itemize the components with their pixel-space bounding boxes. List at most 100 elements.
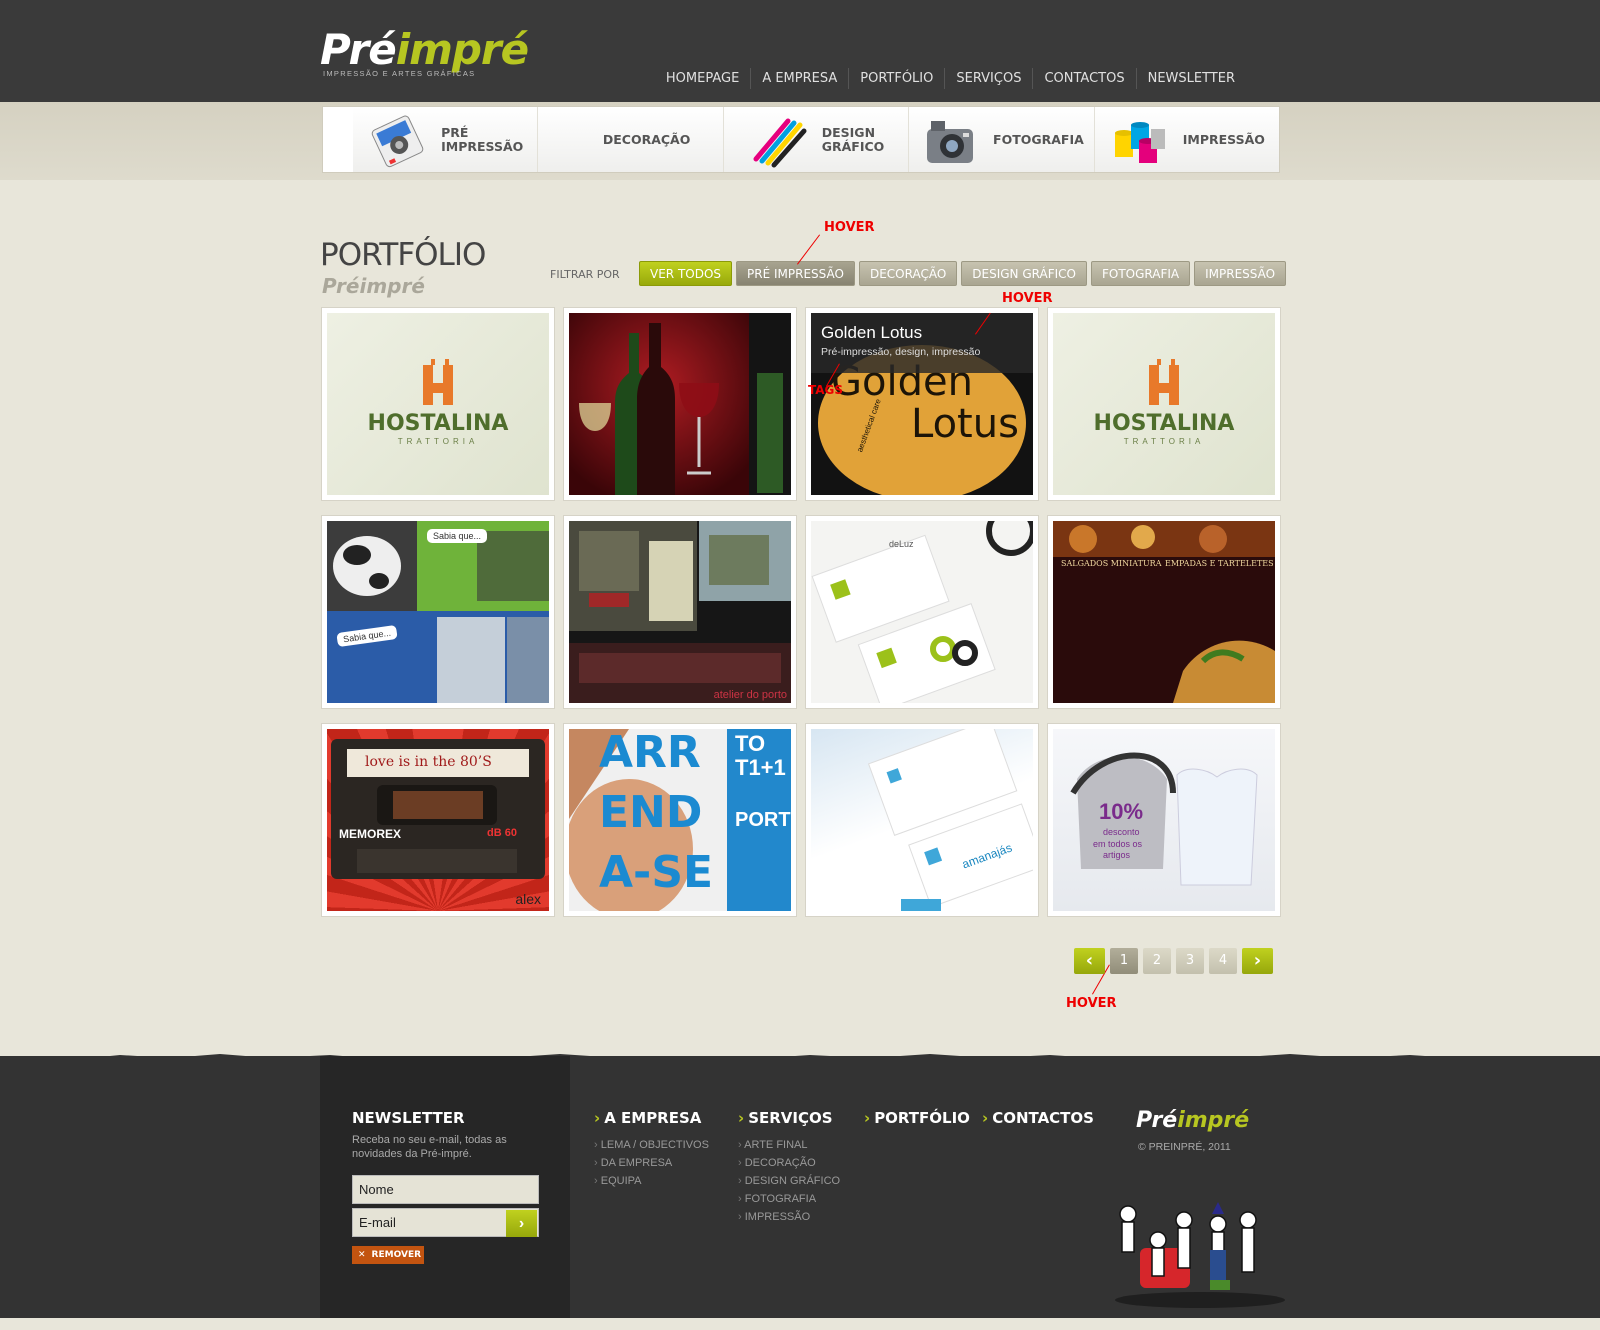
portfolio-item[interactable] xyxy=(563,307,797,501)
filter-ver-todos[interactable]: VER TODOS xyxy=(639,261,733,286)
page-3[interactable]: 3 xyxy=(1176,948,1204,974)
footer-col-portfolio: › PORTFÓLIO xyxy=(864,1109,970,1127)
nav-servicos[interactable]: SERVIÇOS xyxy=(944,68,1032,89)
promo-percent: 10% xyxy=(1099,799,1144,824)
portfolio-item[interactable]: amanajás xyxy=(805,723,1039,917)
footer-link[interactable]: DESIGN GRÁFICO xyxy=(738,1172,840,1190)
newsletter-name-input[interactable]: Nome xyxy=(352,1175,539,1204)
footer-col-servicos: ›SERVIÇOS ARTE FINAL DECORAÇÃO DESIGN GR… xyxy=(738,1109,840,1226)
filter-decoracao[interactable]: DECORAÇÃO xyxy=(858,261,958,286)
footer-col-title[interactable]: CONTACTOS xyxy=(992,1109,1094,1127)
footer-col-title[interactable]: A EMPRESA xyxy=(604,1109,701,1127)
newsletter-submit-button[interactable]: › xyxy=(506,1210,537,1237)
logo[interactable]: Préimpré IMPRESSÃO E ARTES GRÁFICAS xyxy=(320,25,529,79)
portfolio-item[interactable]: atelier do porto xyxy=(563,515,797,709)
portfolio-item[interactable]: 10% desconto em todos os artigos xyxy=(1047,723,1281,917)
page-1[interactable]: 1 xyxy=(1110,948,1138,974)
filter-fotografia[interactable]: FOTOGRAFIA xyxy=(1090,261,1191,286)
annotation-hover-pager: HOVER xyxy=(1066,996,1117,1011)
filter-bar: VER TODOS PRÉ IMPRESSÃO DECORAÇÃO DESIGN… xyxy=(639,261,1287,286)
thumbnail-hostalina: HOSTALINA TRATTORIA xyxy=(1053,313,1275,495)
thumbnail-blue-cards: amanajás xyxy=(811,729,1033,911)
filter-impressao[interactable]: IMPRESSÃO xyxy=(1194,261,1287,286)
nav-contactos[interactable]: CONTACTOS xyxy=(1032,68,1135,89)
graphic-design-icon xyxy=(748,111,810,169)
portfolio-item[interactable]: ARR END A-SE TO T1+1 PORTO xyxy=(563,723,797,917)
thumbnail-car-seat-flyer: 10% desconto em todos os artigos xyxy=(1053,729,1275,911)
interior-caption: atelier do porto xyxy=(713,689,787,701)
footer-col-empresa: ›A EMPRESA LEMA / OBJECTIVOS DA EMPRESA … xyxy=(594,1109,709,1190)
page-title: PORTFÓLIO xyxy=(320,237,486,273)
footer-col-contactos: › CONTACTOS xyxy=(982,1109,1094,1127)
category-pre-impressao[interactable]: PRÉ IMPRESSÃO xyxy=(353,107,538,172)
nav-homepage[interactable]: HOMEPAGE xyxy=(655,68,750,89)
thumbnail-interior-render: atelier do porto xyxy=(569,521,791,703)
lotus-art-word2: Lotus xyxy=(911,401,1019,447)
portfolio-item[interactable]: love is in the 80’S MEMOREX dB 60 alex xyxy=(321,723,555,917)
portfolio-item[interactable]: HOSTALINA TRATTORIA xyxy=(1047,307,1281,501)
nav-a-empresa[interactable]: A EMPRESA xyxy=(750,68,848,89)
poster-typology: T1+1 xyxy=(735,755,786,780)
logo-part2: impré xyxy=(395,25,529,74)
category-decoracao[interactable]: DECORAÇÃO xyxy=(537,107,723,172)
footer-logo-part1: Pré xyxy=(1136,1108,1178,1133)
footer-col-title[interactable]: SERVIÇOS xyxy=(748,1109,832,1127)
newsletter-description: Receba no seu e-mail, todas as novidades… xyxy=(352,1134,507,1160)
category-label: PRÉ IMPRESSÃO xyxy=(441,124,524,154)
poster-word-2: END xyxy=(599,787,703,838)
cassette-brand: MEMOREX xyxy=(339,827,402,841)
footer-link[interactable]: DA EMPRESA xyxy=(594,1154,709,1172)
poster-to: TO xyxy=(735,731,766,756)
portfolio-item-hovered[interactable]: Golden Lotus aesthetical care Golden Lot… xyxy=(805,307,1039,501)
close-icon: ✕ xyxy=(358,1250,366,1260)
footer-link[interactable]: ARTE FINAL xyxy=(738,1136,840,1154)
brochure-note1: Sabia que... xyxy=(427,529,488,543)
footer-link[interactable]: IMPRESSÃO xyxy=(738,1208,840,1226)
page-2[interactable]: 2 xyxy=(1143,948,1171,974)
hostalina-name: HOSTALINA xyxy=(367,411,509,436)
category-fotografia[interactable]: FOTOGRAFIA xyxy=(908,107,1094,172)
footer-link[interactable]: EQUIPA xyxy=(594,1172,709,1190)
portfolio-item[interactable]: deLuz xyxy=(805,515,1039,709)
hover-overlay[interactable]: Golden Lotus Pré-impressão, design, impr… xyxy=(811,313,1033,373)
filter-pre-impressao[interactable]: PRÉ IMPRESSÃO xyxy=(736,261,855,286)
annotation-hover-filter: HOVER xyxy=(824,220,875,235)
category-label: FOTOGRAFIA xyxy=(993,131,1084,147)
thumbnail-golden-lotus: Golden Lotus aesthetical care Golden Lot… xyxy=(811,313,1033,495)
thumbnail-wine xyxy=(569,313,791,495)
category-impressao[interactable]: IMPRESSÃO xyxy=(1093,107,1280,172)
logo-part1: Pré xyxy=(320,25,397,74)
page-subtitle-logo: Préimpré xyxy=(322,274,425,298)
filter-design-grafico[interactable]: DESIGN GRÁFICO xyxy=(961,261,1087,286)
main-nav: HOMEPAGE A EMPRESA PORTFÓLIO SERVIÇOS CO… xyxy=(655,68,1246,89)
category-design-grafico[interactable]: DESIGN GRÁFICO xyxy=(722,107,909,172)
portfolio-item[interactable]: Sabia que... Sabia que... xyxy=(321,515,555,709)
hover-tags: Pré-impressão, design, impressão xyxy=(821,346,981,358)
footer-logo[interactable]: Préimpré xyxy=(1136,1108,1249,1133)
paint-cans-icon xyxy=(1109,111,1171,169)
thumbnail-green-cards: deLuz xyxy=(811,521,1033,703)
chevron-right-icon: › xyxy=(594,1109,601,1127)
page-bottom xyxy=(0,1318,1600,1330)
footer-link[interactable]: DECORAÇÃO xyxy=(738,1154,840,1172)
page-4[interactable]: 4 xyxy=(1209,948,1237,974)
footer-col-title[interactable]: PORTFÓLIO xyxy=(874,1109,970,1127)
newsletter-remove-button[interactable]: ✕ REMOVER xyxy=(352,1246,424,1264)
cassette-signature: alex xyxy=(515,891,541,907)
filter-label: FILTRAR POR xyxy=(550,268,620,281)
footer-link[interactable]: FOTOGRAFIA xyxy=(738,1190,840,1208)
portfolio-item[interactable]: SALGADOS MINIATURA EMPADAS E TARTELETES xyxy=(1047,515,1281,709)
nav-newsletter[interactable]: NEWSLETTER xyxy=(1135,68,1246,89)
thumbnail-cassette: love is in the 80’S MEMOREX dB 60 alex xyxy=(327,729,549,911)
menu-heading-2: EMPADAS E TARTELETES xyxy=(1165,559,1274,568)
portfolio-grid: HOSTALINA TRATTORIA Golden Lotus aesthet… xyxy=(321,307,1281,917)
prev-page-button[interactable]: ‹ xyxy=(1074,948,1105,974)
nav-portfolio[interactable]: PORTFÓLIO xyxy=(848,68,944,89)
portfolio-item[interactable]: HOSTALINA TRATTORIA xyxy=(321,307,555,501)
footer-link[interactable]: LEMA / OBJECTIVOS xyxy=(594,1136,709,1154)
pre-press-icon xyxy=(367,111,429,169)
next-page-button[interactable]: › xyxy=(1242,948,1273,974)
thumbnail-dairy-brochure: Sabia que... Sabia que... xyxy=(327,521,549,703)
newsletter-title: NEWSLETTER xyxy=(352,1109,465,1127)
team-illustration xyxy=(1115,1202,1285,1308)
